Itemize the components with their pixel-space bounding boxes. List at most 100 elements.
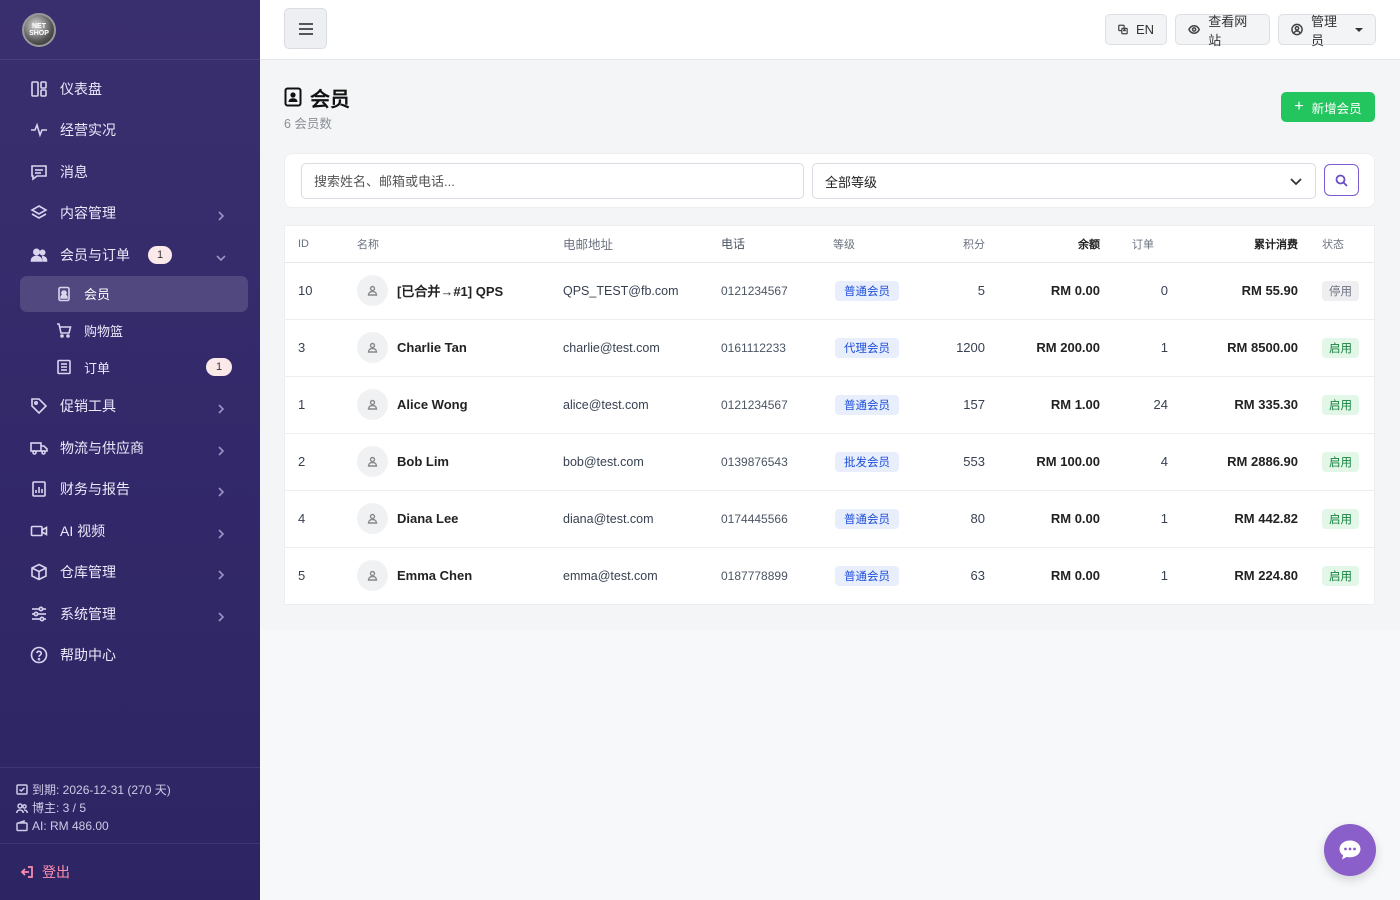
cell-level: 普通会员 [833,376,925,434]
search-button[interactable] [1324,164,1359,196]
table-row[interactable]: 2 Bob Lim bob@test.com 0139876543 批发会员 553 RM … [285,433,1374,491]
sidebar-item-live-ops[interactable]: 经营实况 [0,110,260,152]
member-name-link[interactable]: Alice Wong [397,397,468,412]
chat-button[interactable] [1324,824,1376,876]
video-icon [30,522,48,540]
sidebar-item-promotions[interactable]: 促销工具 [0,386,260,428]
sidebar-item-label: 内容管理 [60,205,116,222]
cell-orders: 24 [1100,376,1170,434]
sidebar-item-members-orders[interactable]: 会员与订单 1 [0,234,260,276]
sidebar-subitem-orders[interactable]: 订单 1 [0,349,260,386]
col-header-spent[interactable]: 累计消费 [1170,226,1298,263]
status-badge: 启用 [1322,508,1359,529]
sidebar-item-dashboard[interactable]: 仪表盘 [0,68,260,110]
plus-icon: + [1294,98,1304,115]
sidebar-item-warehouse[interactable]: 仓库管理 [0,552,260,594]
col-header-orders[interactable]: 订单 [1100,226,1170,263]
table-row[interactable]: 3 Charlie Tan charlie@test.com 0161112233 代理… [285,319,1374,377]
search-icon [1335,174,1348,187]
layers-icon [30,204,48,222]
sidebar-item-finance[interactable]: 财务与报告 [0,469,260,511]
sidebar-subitem-label: 订单 [84,360,111,376]
member-name-link[interactable]: Emma Chen [397,568,472,583]
col-header-id[interactable]: ID [285,226,357,263]
cell-level: 普通会员 [833,490,925,548]
sidebar-item-help[interactable]: 帮助中心 [0,635,260,677]
sidebar-item-label: 仪表盘 [60,80,102,97]
language-button[interactable]: EN [1105,14,1167,45]
cell-balance: RM 0.00 [985,262,1100,320]
level-select[interactable]: 全部等级 [812,163,1316,199]
cell-status: 启用 [1298,490,1374,548]
level-badge: 普通会员 [835,394,899,415]
cell-points: 1200 [925,319,985,377]
page-header: 会员 6 会员数 [284,84,350,132]
menu-toggle-button[interactable] [284,8,327,49]
cell-balance: RM 200.00 [985,319,1100,377]
col-header-phone[interactable]: 电话 [721,226,833,263]
sidebar-item-logistics[interactable]: 物流与供应商 [0,427,260,469]
sidebar-item-content[interactable]: 内容管理 [0,193,260,235]
sidebar-item-label: 系统管理 [60,605,116,622]
sidebar-item-label: 帮助中心 [60,647,116,664]
member-name-link[interactable]: Bob Lim [397,454,449,469]
tag-icon [30,397,48,415]
cell-spent: RM 224.80 [1234,568,1298,584]
sidebar-item-messages[interactable]: 消息 [0,151,260,193]
member-name-link[interactable]: [已合并→#1] QPS [397,281,503,300]
chevron-right-icon [216,609,226,622]
table-row[interactable]: 1 Alice Wong alice@test.com 0121234567 普通会员 1… [285,376,1374,434]
logout-button[interactable]: 登出 [0,843,260,900]
chevron-right-icon [216,567,226,580]
cell-phone: 0161112233 [721,319,833,377]
sidebar-item-system[interactable]: 系统管理 [0,593,260,635]
level-badge: 普通会员 [835,508,899,529]
cell-name: Bob Lim [357,433,563,491]
col-header-status[interactable]: 状态 [1298,226,1374,263]
user-icon [367,513,378,524]
admin-menu-button[interactable]: 管理员 [1278,14,1376,48]
page-title: 会员 [284,84,350,111]
filter-bar: 全部等级 [284,153,1375,208]
netshop-logo[interactable]: NET SHOP [22,12,56,47]
sidebar-subitem-cart[interactable]: 购物篮 [0,312,260,349]
table-row[interactable]: 5 Emma Chen emma@test.com 0187778899 普通会员 63 R… [285,547,1374,604]
sidebar-item-ai-video[interactable]: AI 视频 [0,510,260,552]
avatar [357,503,388,534]
cell-phone: 0139876543 [721,433,833,491]
search-input[interactable] [301,163,804,199]
cell-balance: RM 1.00 [985,376,1100,434]
view-site-button[interactable]: 查看网站 [1175,14,1270,48]
plan-expiry: 到期: 2026-12-31 (270 天) [16,780,244,799]
cell-status: 启用 [1298,319,1374,377]
cell-balance: RM 0.00 [985,490,1100,548]
cell-name: Alice Wong [357,376,563,434]
status-badge: 启用 [1322,337,1359,358]
chevron-right-icon [216,526,226,539]
col-header-balance[interactable]: 余额 [985,226,1100,263]
wallet-icon [16,820,28,832]
cell-email: emma@test.com [563,568,658,583]
member-name-link[interactable]: Diana Lee [397,511,458,526]
avatar [357,389,388,420]
caret-down-icon [1355,27,1363,32]
cell-id: 10 [285,262,357,320]
member-name-link[interactable]: Charlie Tan [397,340,467,355]
add-member-button[interactable]: + 新增会员 [1281,92,1375,122]
sidebar-subitem-label: 会员 [84,287,111,302]
cell-spent: RM 442.82 [1170,490,1298,548]
topbar: EN 查看网站 管理员 [260,0,1400,60]
notification-badge: 1 [148,245,172,264]
col-header-level[interactable]: 等级 [833,226,925,263]
avatar [357,332,388,363]
table-header-row: ID 名称 电邮地址 电话 等级 积分 余额 订单 累计消费 状态 [285,226,1374,263]
table-row[interactable]: 4 Diana Lee diana@test.com 0174445566 普通会员 80… [285,490,1374,548]
user-circle-icon [1291,23,1303,36]
notification-badge: 1 [206,358,232,376]
sidebar-subitem-members[interactable]: 会员 [20,275,248,312]
col-header-points[interactable]: 积分 [925,226,985,263]
table-row[interactable]: 10 [已合并→#1] QPS QPS_TEST@fb.com 0121234567 普… [285,262,1374,320]
col-header-name[interactable]: 名称 [357,226,563,263]
col-header-email[interactable]: 电邮地址 [563,226,721,263]
cell-name: Diana Lee [357,490,563,548]
